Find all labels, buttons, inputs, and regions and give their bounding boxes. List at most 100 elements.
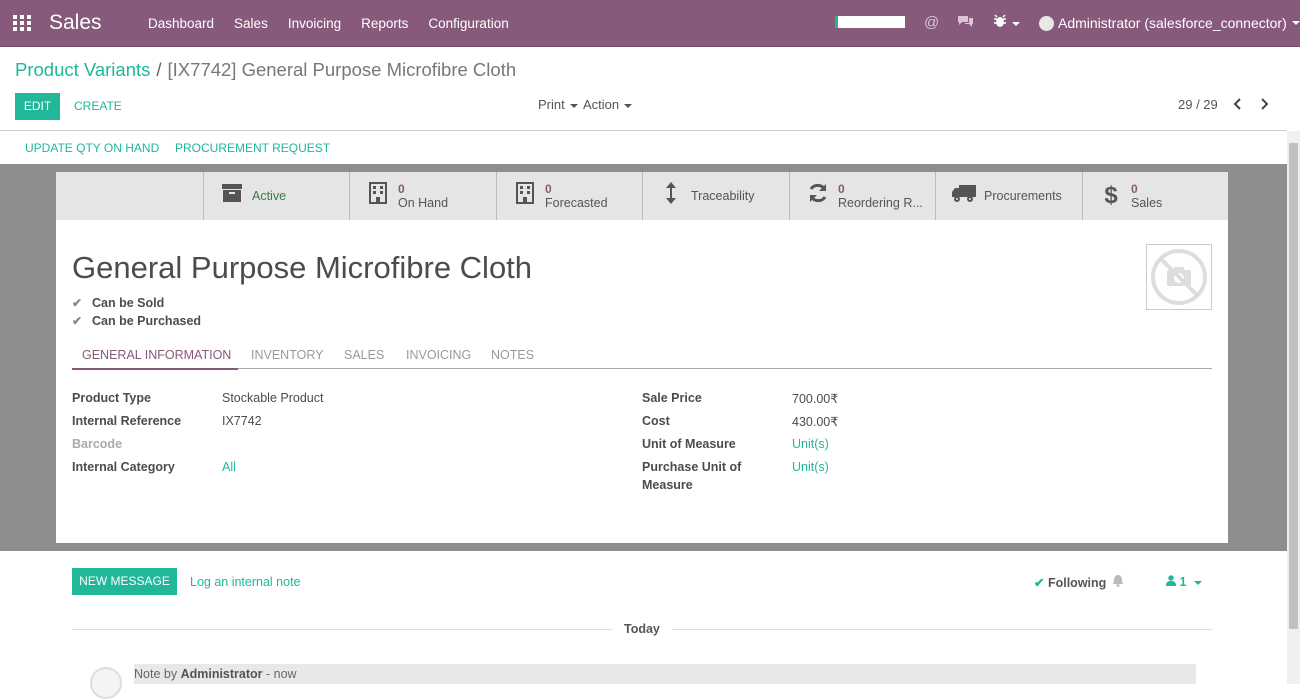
no-camera-icon xyxy=(1151,249,1207,305)
tab-inventory[interactable]: INVENTORY xyxy=(251,348,323,362)
menu-item-reports[interactable]: Reports xyxy=(361,16,408,31)
cost-label: Cost xyxy=(642,414,670,428)
on-hand-value: 0 xyxy=(398,182,405,196)
sales-button[interactable]: $ 0 Sales xyxy=(1082,172,1229,220)
print-label: Print xyxy=(538,97,565,112)
followers-dropdown[interactable]: 1 xyxy=(1166,575,1203,589)
pager-next-icon[interactable] xyxy=(1259,98,1269,110)
breadcrumb-separator: / xyxy=(156,59,162,80)
mention-icon[interactable]: @ xyxy=(924,14,939,31)
internal-category-label: Internal Category xyxy=(72,460,175,474)
app-title[interactable]: Sales xyxy=(49,11,102,35)
divider xyxy=(72,629,612,630)
archive-icon xyxy=(212,183,252,209)
pager-value[interactable]: 29 / 29 xyxy=(1178,97,1218,112)
new-message-button[interactable]: NEW MESSAGE xyxy=(72,568,177,595)
reordering-value: 0 xyxy=(838,182,845,196)
action-dropdown[interactable]: Action xyxy=(583,97,633,112)
traceability-button[interactable]: Traceability xyxy=(642,172,789,220)
purchase-uom-link[interactable]: Unit(s) xyxy=(792,460,829,474)
bell-icon[interactable] xyxy=(1112,574,1124,590)
menu-item-dashboard[interactable]: Dashboard xyxy=(148,16,214,31)
main-menu: Dashboard Sales Invoicing Reports Config… xyxy=(148,16,529,31)
edit-button[interactable]: EDIT xyxy=(15,93,60,120)
action-label: Action xyxy=(583,97,620,112)
internal-category-link[interactable]: All xyxy=(222,460,236,474)
procurement-request-button[interactable]: PROCUREMENT REQUEST xyxy=(175,141,330,155)
cost-value[interactable]: 430.00₹ xyxy=(792,414,838,429)
progress-indicator[interactable] xyxy=(835,16,905,28)
reordering-rules-button[interactable]: 0 Reordering R... xyxy=(789,172,936,220)
checkmark-icon: ✔ xyxy=(72,295,83,310)
note-time: - now xyxy=(266,667,297,681)
purchase-uom-label: Purchase Unit of Measure xyxy=(642,460,742,492)
following-label: Following xyxy=(1047,576,1107,590)
traceability-label: Traceability xyxy=(691,189,755,203)
product-type-value[interactable]: Stockable Product xyxy=(222,391,323,405)
message-meta: Note by Administrator - now xyxy=(134,667,297,681)
sales-label: Sales xyxy=(1131,196,1163,210)
uom-label: Unit of Measure xyxy=(642,437,736,451)
product-image-placeholder[interactable] xyxy=(1146,244,1212,310)
page-scrollbar[interactable] xyxy=(1287,131,1300,684)
check-icon: ✔ xyxy=(1034,576,1045,590)
log-note-link[interactable]: Log an internal note xyxy=(190,575,301,589)
arrows-vertical-icon xyxy=(651,181,691,211)
breadcrumb-current: [IX7742] General Purpose Microfibre Clot… xyxy=(167,59,517,80)
tab-notes[interactable]: NOTES xyxy=(491,348,534,362)
can-be-sold-label: Can be Sold xyxy=(92,296,165,310)
chat-icon[interactable] xyxy=(957,14,974,32)
forecasted-value: 0 xyxy=(545,182,552,196)
can-be-sold-checkbox[interactable]: ✔ Can be Sold xyxy=(72,296,164,310)
sale-price-value[interactable]: 700.00₹ xyxy=(792,391,838,406)
checkmark-icon: ✔ xyxy=(72,313,83,328)
apps-grid-icon[interactable] xyxy=(13,15,31,31)
on-hand-button[interactable]: 0 On Hand xyxy=(349,172,496,220)
form-sheet: Active 0 On Hand 0 Forecasted Traceability… xyxy=(56,172,1228,543)
can-be-purchased-checkbox[interactable]: ✔ Can be Purchased xyxy=(72,314,201,328)
pager-previous-icon[interactable] xyxy=(1233,98,1243,110)
menu-item-configuration[interactable]: Configuration xyxy=(428,16,508,31)
barcode-label: Barcode xyxy=(72,437,123,451)
chevron-down-icon xyxy=(569,103,578,108)
dollar-icon: $ xyxy=(1104,182,1118,209)
print-dropdown[interactable]: Print xyxy=(538,97,578,112)
create-button[interactable]: CREATE xyxy=(74,99,122,113)
procurements-label: Procurements xyxy=(984,189,1062,203)
user-icon xyxy=(1166,575,1176,586)
internal-reference-label: Internal Reference xyxy=(72,414,182,428)
debug-bug-icon[interactable] xyxy=(993,14,1020,32)
reordering-label: Reordering R... xyxy=(838,196,923,210)
user-avatar xyxy=(1039,15,1054,31)
divider xyxy=(672,629,1212,630)
tab-invoicing[interactable]: INVOICING xyxy=(406,348,471,362)
refresh-icon xyxy=(798,182,838,210)
procurements-button[interactable]: Procurements xyxy=(935,172,1082,220)
note-author[interactable]: Administrator xyxy=(181,667,263,681)
product-type-label: Product Type xyxy=(72,391,151,405)
forecasted-button[interactable]: 0 Forecasted xyxy=(496,172,643,220)
tab-sales[interactable]: SALES xyxy=(344,348,384,362)
tab-general-information[interactable]: GENERAL INFORMATION xyxy=(82,348,231,362)
sales-value: 0 xyxy=(1131,182,1138,196)
uom-link[interactable]: Unit(s) xyxy=(792,437,829,451)
breadcrumb-parent[interactable]: Product Variants xyxy=(15,59,150,80)
update-qty-button[interactable]: UPDATE QTY ON HAND xyxy=(25,141,159,155)
user-menu[interactable]: Administrator (salesforce_connector) xyxy=(1039,15,1300,31)
internal-reference-value[interactable]: IX7742 xyxy=(222,414,262,428)
chevron-down-icon xyxy=(1291,21,1300,25)
forecasted-label: Forecasted xyxy=(545,196,608,210)
on-hand-label: On Hand xyxy=(398,196,449,210)
author-avatar[interactable] xyxy=(90,667,122,699)
active-label: Active xyxy=(252,189,287,203)
sale-price-label: Sale Price xyxy=(642,391,702,405)
smart-button-box: Active 0 On Hand 0 Forecasted Traceability… xyxy=(56,172,1228,220)
menu-item-sales[interactable]: Sales xyxy=(234,16,268,31)
product-name[interactable]: General Purpose Microfibre Cloth xyxy=(72,250,532,286)
scrollbar-thumb[interactable] xyxy=(1289,143,1298,629)
active-toggle-button[interactable]: Active xyxy=(203,172,350,220)
followers-count: 1 xyxy=(1179,575,1187,589)
following-button[interactable]: ✔ Following xyxy=(1034,575,1106,590)
chevron-down-icon xyxy=(624,103,633,108)
menu-item-invoicing[interactable]: Invoicing xyxy=(288,16,341,31)
